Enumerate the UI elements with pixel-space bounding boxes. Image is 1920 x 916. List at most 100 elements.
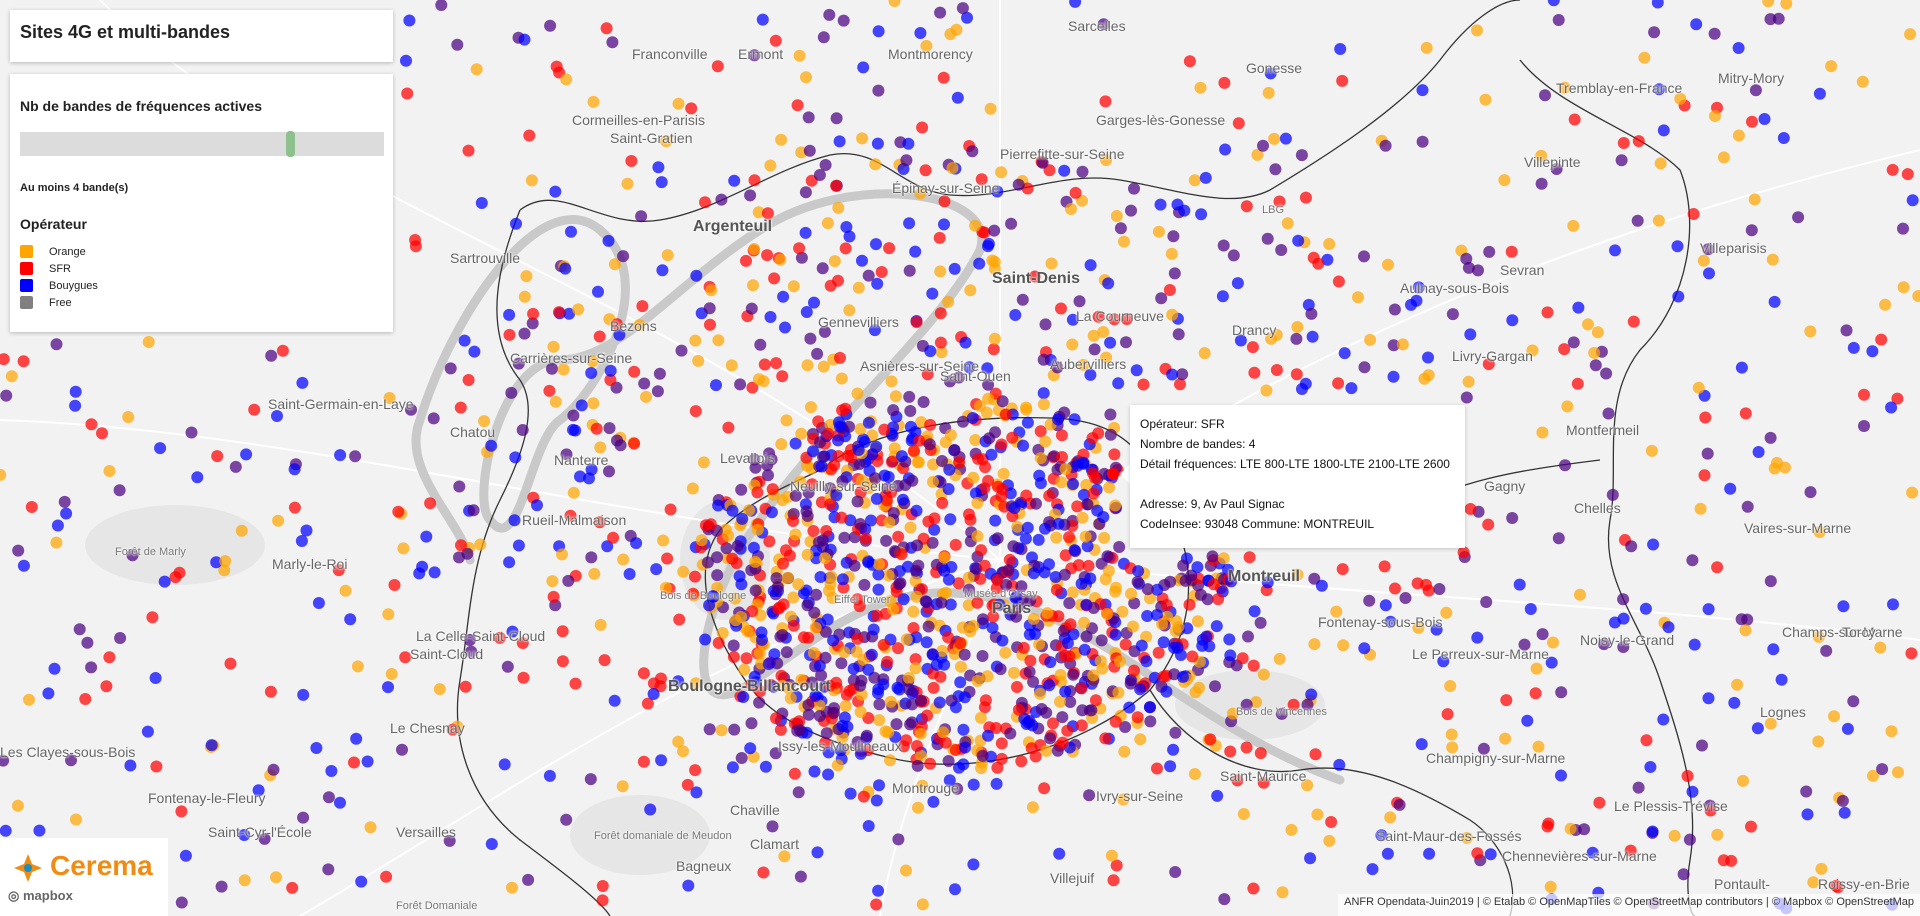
site-marker[interactable] (385, 668, 398, 680)
site-marker[interactable] (942, 755, 955, 767)
site-marker[interactable] (1500, 694, 1513, 707)
site-marker[interactable] (793, 242, 806, 255)
site-marker[interactable] (994, 663, 1007, 676)
site-marker[interactable] (916, 898, 929, 911)
site-marker[interactable] (1163, 284, 1176, 296)
site-marker[interactable] (1052, 413, 1064, 426)
site-marker[interactable] (1056, 736, 1069, 749)
site-marker[interactable] (703, 302, 716, 315)
site-marker[interactable] (1697, 254, 1710, 267)
site-marker[interactable] (976, 650, 989, 662)
site-marker[interactable] (1039, 522, 1051, 535)
site-marker[interactable] (985, 448, 998, 461)
site-marker[interactable] (339, 584, 352, 597)
site-marker[interactable] (1261, 232, 1274, 245)
site-marker[interactable] (1308, 638, 1321, 651)
site-marker[interactable] (939, 586, 952, 599)
site-marker[interactable] (882, 726, 895, 739)
site-marker[interactable] (900, 154, 913, 167)
site-marker[interactable] (1207, 578, 1220, 591)
site-marker[interactable] (1144, 715, 1157, 728)
site-marker[interactable] (1389, 582, 1401, 595)
site-marker[interactable] (1647, 538, 1660, 551)
site-marker[interactable] (69, 399, 82, 412)
site-marker[interactable] (1198, 347, 1211, 360)
site-marker[interactable] (567, 486, 580, 499)
site-marker[interactable] (966, 145, 979, 158)
site-marker[interactable] (910, 316, 923, 329)
site-marker[interactable] (904, 405, 917, 417)
site-marker[interactable] (1003, 553, 1016, 566)
site-marker[interactable] (553, 306, 565, 319)
site-marker[interactable] (297, 688, 310, 701)
site-marker[interactable] (79, 693, 92, 705)
site-marker[interactable] (1104, 408, 1117, 421)
site-marker[interactable] (1464, 328, 1477, 341)
site-marker[interactable] (264, 685, 277, 698)
site-marker[interactable] (240, 448, 253, 461)
site-marker[interactable] (1668, 829, 1681, 842)
site-marker[interactable] (830, 112, 843, 125)
site-marker[interactable] (914, 727, 927, 740)
site-marker[interactable] (1058, 164, 1071, 177)
site-marker[interactable] (158, 575, 171, 588)
site-marker[interactable] (835, 372, 848, 385)
site-marker[interactable] (1055, 429, 1068, 442)
site-marker[interactable] (1462, 375, 1475, 388)
site-marker[interactable] (636, 300, 649, 313)
site-marker[interactable] (1812, 735, 1825, 748)
site-marker[interactable] (1218, 893, 1231, 906)
site-marker[interactable] (800, 306, 813, 318)
site-marker[interactable] (1059, 463, 1072, 475)
site-marker[interactable] (1007, 540, 1020, 553)
site-marker[interactable] (857, 61, 870, 74)
site-marker[interactable] (1686, 785, 1699, 798)
site-marker[interactable] (729, 614, 742, 627)
site-marker[interactable] (1012, 703, 1025, 716)
site-marker[interactable] (957, 758, 970, 771)
site-marker[interactable] (933, 696, 946, 709)
site-marker[interactable] (1471, 631, 1484, 644)
site-marker[interactable] (1875, 333, 1888, 346)
site-marker[interactable] (801, 599, 814, 612)
site-marker[interactable] (927, 681, 940, 694)
site-marker[interactable] (543, 769, 556, 782)
site-marker[interactable] (1541, 306, 1554, 319)
site-marker[interactable] (949, 701, 962, 714)
site-marker[interactable] (986, 621, 999, 634)
site-marker[interactable] (444, 362, 457, 375)
site-marker[interactable] (1125, 587, 1138, 600)
site-marker[interactable] (1378, 560, 1391, 573)
site-marker[interactable] (1217, 239, 1230, 252)
site-marker[interactable] (1530, 662, 1543, 675)
site-marker[interactable] (1464, 503, 1477, 515)
site-marker[interactable] (1702, 692, 1715, 705)
site-marker[interactable] (322, 863, 335, 876)
site-marker[interactable] (462, 374, 475, 386)
site-marker[interactable] (1457, 546, 1470, 559)
site-marker[interactable] (267, 763, 280, 776)
site-marker[interactable] (1446, 308, 1459, 321)
site-marker[interactable] (1152, 646, 1165, 659)
site-marker[interactable] (824, 279, 837, 292)
site-marker[interactable] (744, 742, 757, 755)
site-marker[interactable] (933, 231, 946, 244)
site-marker[interactable] (995, 737, 1008, 750)
site-marker[interactable] (562, 574, 575, 587)
site-marker[interactable] (1338, 347, 1351, 360)
site-marker[interactable] (819, 651, 832, 664)
site-marker[interactable] (334, 796, 346, 809)
site-marker[interactable] (871, 137, 884, 150)
site-marker[interactable] (1825, 60, 1838, 73)
site-marker[interactable] (1588, 346, 1601, 359)
site-marker[interactable] (1183, 598, 1196, 611)
site-marker[interactable] (799, 226, 812, 239)
site-marker[interactable] (766, 820, 779, 833)
site-marker[interactable] (924, 345, 937, 358)
site-marker[interactable] (1847, 341, 1860, 354)
site-marker[interactable] (1315, 579, 1328, 592)
site-marker[interactable] (1640, 734, 1653, 747)
site-marker[interactable] (885, 375, 898, 388)
site-marker[interactable] (958, 648, 971, 661)
site-marker[interactable] (777, 290, 790, 303)
